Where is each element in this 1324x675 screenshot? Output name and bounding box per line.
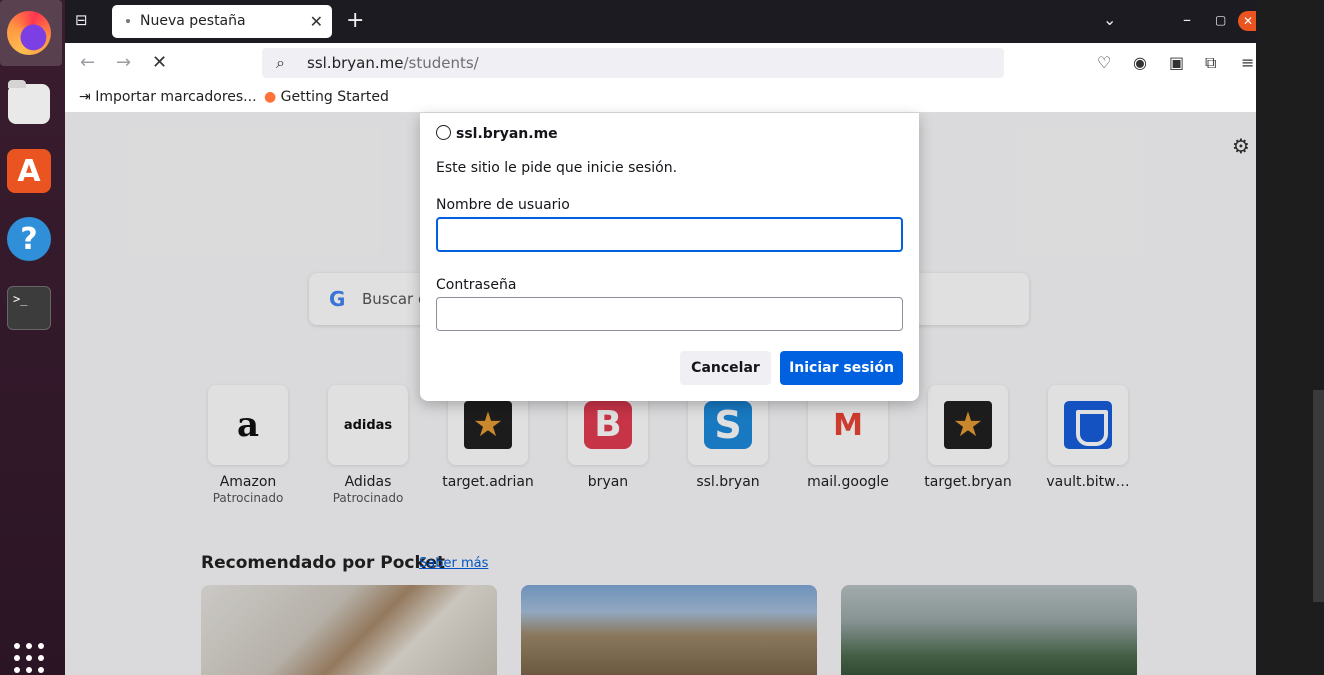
scrollbar-thumb[interactable] [1313,390,1324,602]
nav-toolbar: ← → ✕ ⌕ ssl.bryan.me/students/ ♡ ◉ ▣ ⧉ ≡ [65,43,1256,84]
tab-close-icon[interactable]: ✕ [310,12,323,31]
globe-icon [436,125,451,140]
bookmark-import[interactable]: ⇥ Importar marcadores... [79,89,257,105]
bookmark-label: Importar marcadores... [95,89,257,105]
firefox-window: ⊟ Nueva pestaña ✕ + ⌄ – ▢ ✕ ← → ✕ ⌕ ssl.… [65,0,1256,675]
folder-icon [8,80,50,124]
url-text: ssl.bryan.me/students/ [307,54,479,72]
maximize-icon[interactable]: ▢ [1215,13,1226,27]
search-icon: ⌕ [276,53,285,72]
dialog-host: ssl.bryan.me [436,125,558,142]
store-icon: A [17,153,41,189]
url-bar[interactable]: ⌕ ssl.bryan.me/students/ [262,48,1004,78]
tab-new-tab[interactable]: Nueva pestaña ✕ [112,5,332,38]
chevron-down-icon[interactable]: ⌄ [1103,10,1116,29]
dock-terminal[interactable]: >_ [7,286,51,330]
username-label: Nombre de usuario [436,197,570,213]
forward-icon[interactable]: → [116,52,131,73]
extensions-icon[interactable]: ⧉ [1205,53,1216,73]
bookmarks-toolbar: ⇥ Importar marcadores... ● Getting Start… [65,84,1256,113]
loading-dot-icon [126,19,130,23]
dock-files[interactable] [7,80,51,126]
minimize-icon[interactable]: – [1183,10,1191,29]
dock-help[interactable]: ? [7,217,51,261]
bookmark-label: Getting Started [280,89,389,105]
firefox-icon: ● [264,89,277,105]
password-label: Contraseña [436,277,517,293]
new-tab-page: ⚙ G Buscar c a Amazon Patrocinado adidas… [65,113,1256,675]
bookmark-getting-started[interactable]: ● Getting Started [264,89,389,105]
login-button[interactable]: Iniciar sesión [780,351,903,385]
dock-app-center[interactable]: A [7,149,51,193]
dock-firefox[interactable] [7,11,51,55]
back-icon[interactable]: ← [80,52,95,73]
menu-icon[interactable]: ≡ [1241,53,1254,72]
account-icon[interactable]: ◉ [1133,53,1147,72]
ubuntu-dock: A ? >_ [0,0,65,675]
tab-label: Nueva pestaña [140,13,246,29]
password-input[interactable] [436,297,903,331]
stop-loading-icon[interactable]: ✕ [152,52,167,73]
firefox-icon [7,11,51,55]
new-tab-icon[interactable]: + [346,8,364,33]
bitwarden-extension-icon[interactable]: ▣ [1169,53,1184,72]
apps-grid-icon[interactable] [14,643,44,673]
tab-list-icon[interactable]: ⊟ [75,11,95,31]
dialog-message: Este sitio le pide que inicie sesión. [436,160,678,176]
username-input[interactable] [436,217,903,252]
url-host: ssl.bryan.me [307,54,404,72]
dialog-host-text: ssl.bryan.me [456,126,558,142]
desktop-right-edge [1256,0,1324,675]
import-icon: ⇥ [79,89,91,105]
auth-dialog: ssl.bryan.me Este sitio le pide que inic… [420,113,919,401]
terminal-icon: >_ [13,292,28,306]
title-bar: ⊟ Nueva pestaña ✕ + ⌄ – ▢ ✕ [65,0,1256,43]
help-icon: ? [20,221,38,257]
url-path: /students/ [403,54,479,72]
window-close-icon[interactable]: ✕ [1238,11,1256,31]
cancel-button[interactable]: Cancelar [680,351,771,385]
pocket-icon[interactable]: ♡ [1097,53,1111,72]
